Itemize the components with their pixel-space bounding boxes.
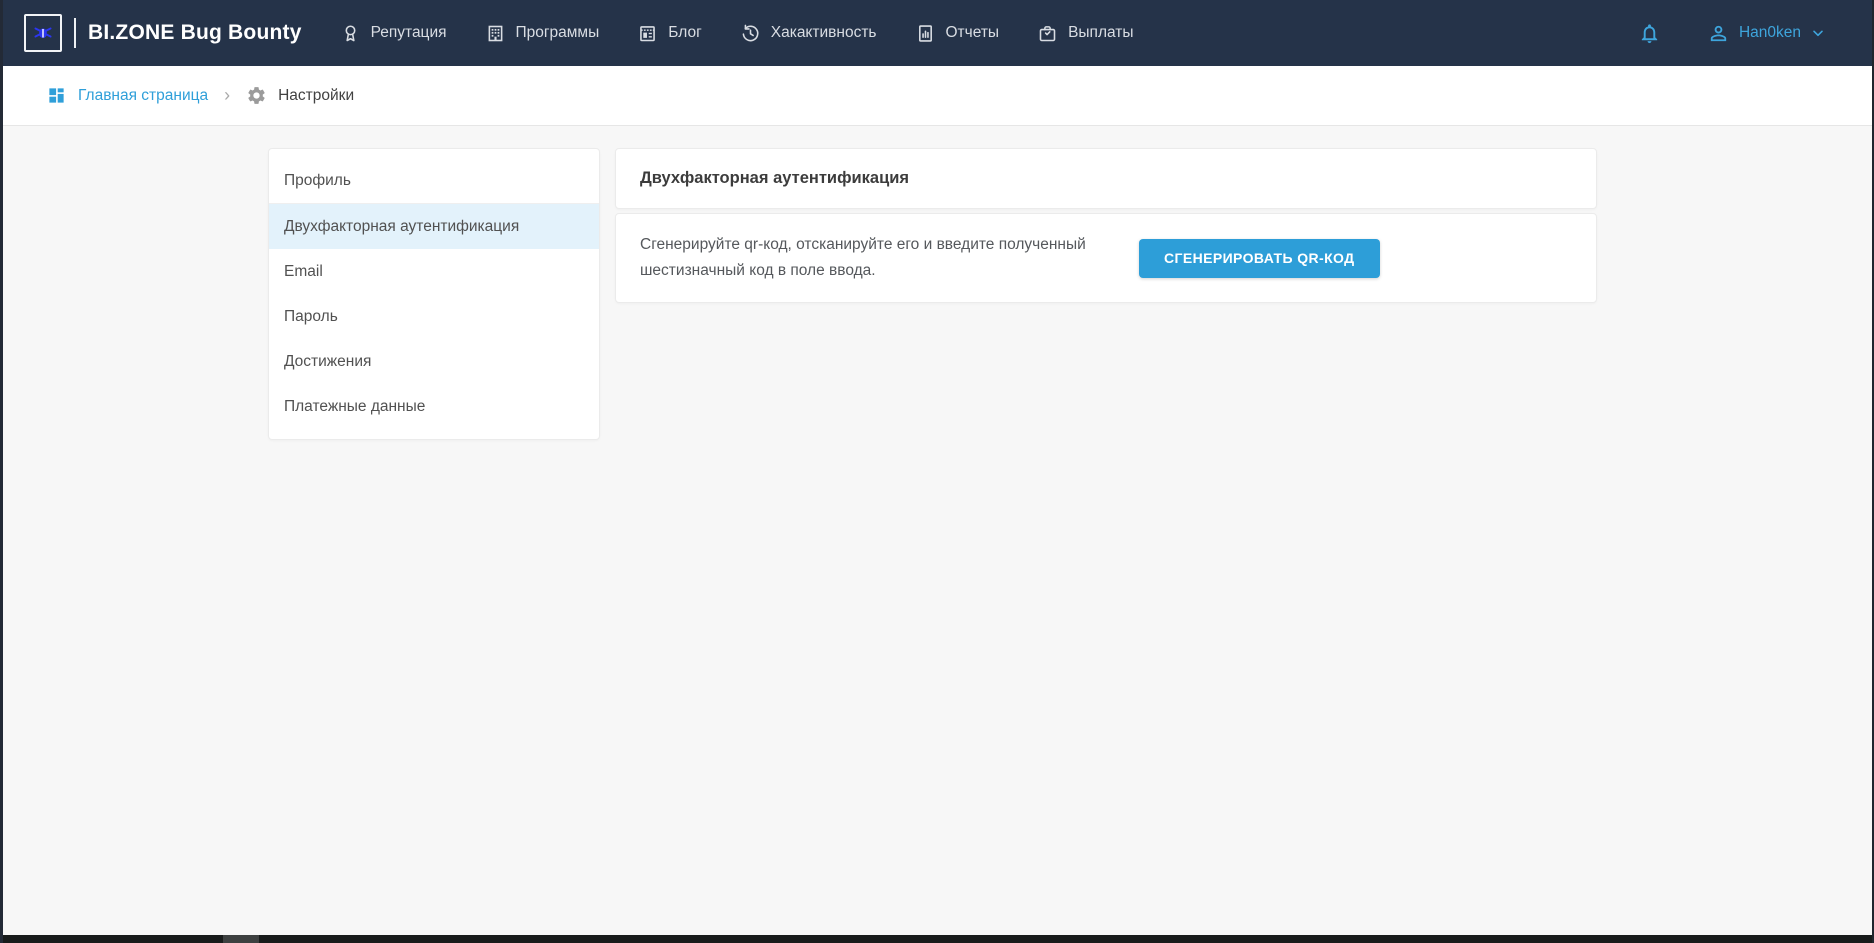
report-icon <box>915 23 936 44</box>
brand-separator <box>74 18 76 48</box>
panel-title: Двухфакторная аутентификация <box>640 169 909 188</box>
breadcrumb: Главная страница › Настройки <box>0 66 1874 126</box>
settings-nav: Профиль Двухфакторная аутентификация Ema… <box>268 148 600 440</box>
building-icon <box>485 23 506 44</box>
top-navbar: BI.ZONE Bug Bounty Репутация Программы <box>0 0 1874 66</box>
menu-label: Репутация <box>371 24 447 42</box>
menu-label: Выплаты <box>1068 24 1133 42</box>
settings-nav-item-achievements[interactable]: Достижения <box>269 339 599 384</box>
menu-label: Блог <box>668 24 702 42</box>
settings-nav-item-profile[interactable]: Профиль <box>269 159 599 204</box>
history-icon <box>740 23 761 44</box>
window-left-edge <box>0 0 3 943</box>
menu-item-reports[interactable]: Отчеты <box>915 23 1000 44</box>
settings-nav-item-payment-details[interactable]: Платежные данные <box>269 384 599 429</box>
settings-nav-item-2fa[interactable]: Двухфакторная аутентификация <box>269 204 599 249</box>
menu-item-payouts[interactable]: Выплаты <box>1037 23 1133 44</box>
main-menu: Репутация Программы Блог <box>340 23 1638 44</box>
brand[interactable]: BI.ZONE Bug Bounty <box>24 14 302 52</box>
gear-icon <box>246 85 267 106</box>
notifications-button[interactable] <box>1638 22 1661 45</box>
breadcrumb-current: Настройки <box>246 85 354 106</box>
menu-item-hacktivity[interactable]: Хакактивность <box>740 23 877 44</box>
menu-label: Хакактивность <box>771 24 877 42</box>
username: Han0ken <box>1739 24 1801 42</box>
settings-page: Профиль Двухфакторная аутентификация Ema… <box>0 126 1874 440</box>
dashboard-icon <box>47 86 66 105</box>
breadcrumb-home-link[interactable]: Главная страница <box>47 86 208 105</box>
person-icon <box>1707 22 1730 45</box>
brand-title: BI.ZONE Bug Bounty <box>88 21 302 45</box>
generate-qr-button[interactable]: СГЕНЕРИРОВАТЬ QR-КОД <box>1139 239 1380 278</box>
settings-nav-item-email[interactable]: Email <box>269 249 599 294</box>
two-factor-panel: Двухфакторная аутентификация Сгенерируйт… <box>615 148 1597 303</box>
navbar-right: Han0ken <box>1638 22 1826 45</box>
breadcrumb-home-label: Главная страница <box>78 87 208 105</box>
settings-nav-item-password[interactable]: Пароль <box>269 294 599 339</box>
breadcrumb-separator: › <box>220 86 234 106</box>
menu-item-blog[interactable]: Блог <box>637 23 702 44</box>
chevron-down-icon <box>1810 25 1826 41</box>
panel-header: Двухфакторная аутентификация <box>615 148 1597 209</box>
bell-icon <box>1638 22 1661 45</box>
menu-label: Программы <box>516 24 600 42</box>
horizontal-scrollbar[interactable] <box>0 935 1874 943</box>
payout-icon <box>1037 23 1058 44</box>
user-menu[interactable]: Han0ken <box>1707 22 1826 45</box>
panel-body: Сгенерируйте qr-код, отсканируйте его и … <box>615 213 1597 303</box>
newspaper-icon <box>637 23 658 44</box>
bug-icon <box>31 21 55 45</box>
menu-item-programs[interactable]: Программы <box>485 23 600 44</box>
menu-item-reputation[interactable]: Репутация <box>340 23 447 44</box>
panel-description: Сгенерируйте qr-код, отсканируйте его и … <box>640 232 1095 284</box>
menu-label: Отчеты <box>946 24 1000 42</box>
medal-icon <box>340 23 361 44</box>
breadcrumb-current-label: Настройки <box>278 87 354 105</box>
bizone-logo <box>24 14 62 52</box>
scrollbar-thumb[interactable] <box>223 935 259 943</box>
